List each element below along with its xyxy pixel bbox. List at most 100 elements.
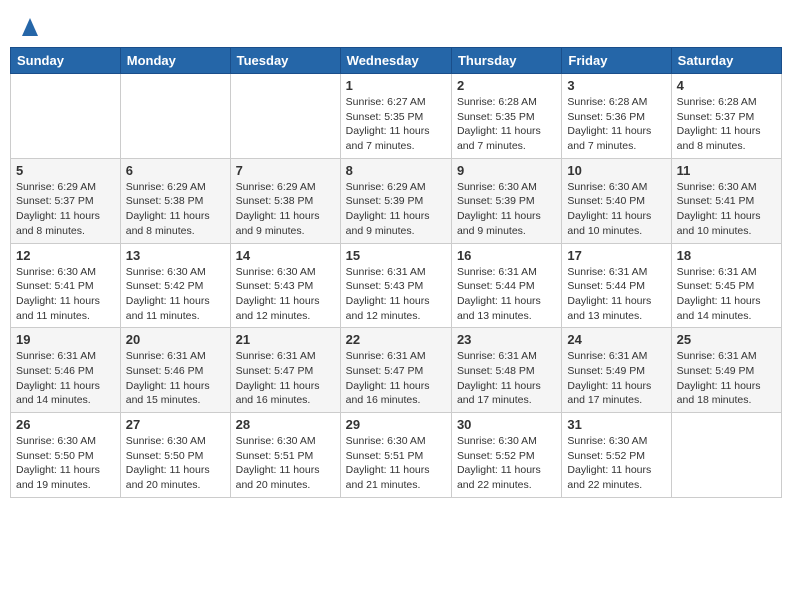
- calendar-week-5: 26 Sunrise: 6:30 AM Sunset: 5:50 PM Dayli…: [11, 413, 782, 498]
- calendar-cell: 10 Sunrise: 6:30 AM Sunset: 5:40 PM Dayli…: [562, 158, 671, 243]
- cell-content: Sunrise: 6:31 AM Sunset: 5:47 PM Dayligh…: [346, 349, 446, 408]
- cell-content: Sunrise: 6:29 AM Sunset: 5:38 PM Dayligh…: [236, 180, 335, 239]
- weekday-sunday: Sunday: [11, 48, 121, 74]
- cell-content: Sunrise: 6:31 AM Sunset: 5:44 PM Dayligh…: [567, 265, 665, 324]
- day-number: 21: [236, 332, 335, 347]
- day-number: 16: [457, 248, 556, 263]
- calendar-cell: 7 Sunrise: 6:29 AM Sunset: 5:38 PM Daylig…: [230, 158, 340, 243]
- weekday-thursday: Thursday: [451, 48, 561, 74]
- calendar-week-1: 1 Sunrise: 6:27 AM Sunset: 5:35 PM Daylig…: [11, 74, 782, 159]
- calendar-week-3: 12 Sunrise: 6:30 AM Sunset: 5:41 PM Dayli…: [11, 243, 782, 328]
- calendar-cell: 29 Sunrise: 6:30 AM Sunset: 5:51 PM Dayli…: [340, 413, 451, 498]
- day-number: 31: [567, 417, 665, 432]
- calendar-cell: 6Sunrise: 6:29 AM Sunset: 5:38 PM Daylig…: [120, 158, 230, 243]
- cell-content: Sunrise: 6:31 AM Sunset: 5:43 PM Dayligh…: [346, 265, 446, 324]
- cell-content: Sunrise: 6:31 AM Sunset: 5:48 PM Dayligh…: [457, 349, 556, 408]
- cell-content: Sunrise: 6:31 AM Sunset: 5:49 PM Dayligh…: [567, 349, 665, 408]
- day-number: 17: [567, 248, 665, 263]
- cell-content: Sunrise: 6:28 AM Sunset: 5:37 PM Dayligh…: [677, 95, 776, 154]
- calendar-cell: 13 Sunrise: 6:30 AM Sunset: 5:42 PM Dayli…: [120, 243, 230, 328]
- calendar-cell: 14 Sunrise: 6:30 AM Sunset: 5:43 PM Dayli…: [230, 243, 340, 328]
- calendar-cell: [671, 413, 781, 498]
- cell-content: Sunrise: 6:30 AM Sunset: 5:52 PM Dayligh…: [457, 434, 556, 493]
- day-number: 14: [236, 248, 335, 263]
- calendar-cell: 12 Sunrise: 6:30 AM Sunset: 5:41 PM Dayli…: [11, 243, 121, 328]
- day-number: 3: [567, 78, 665, 93]
- calendar-cell: 18 Sunrise: 6:31 AM Sunset: 5:45 PM Dayli…: [671, 243, 781, 328]
- calendar-cell: 20Sunrise: 6:31 AM Sunset: 5:46 PM Dayli…: [120, 328, 230, 413]
- day-number: 27: [126, 417, 225, 432]
- calendar-cell: 8Sunrise: 6:29 AM Sunset: 5:39 PM Daylig…: [340, 158, 451, 243]
- calendar-cell: 28 Sunrise: 6:30 AM Sunset: 5:51 PM Dayli…: [230, 413, 340, 498]
- day-number: 12: [16, 248, 115, 263]
- cell-content: Sunrise: 6:29 AM Sunset: 5:37 PM Dayligh…: [16, 180, 115, 239]
- day-number: 5: [16, 163, 115, 178]
- calendar-cell: 5 Sunrise: 6:29 AM Sunset: 5:37 PM Daylig…: [11, 158, 121, 243]
- day-number: 9: [457, 163, 556, 178]
- calendar-cell: [230, 74, 340, 159]
- logo-triangle-icon: [22, 18, 38, 41]
- calendar-cell: 27Sunrise: 6:30 AM Sunset: 5:50 PM Dayli…: [120, 413, 230, 498]
- cell-content: Sunrise: 6:31 AM Sunset: 5:45 PM Dayligh…: [677, 265, 776, 324]
- day-number: 4: [677, 78, 776, 93]
- calendar-cell: 11 Sunrise: 6:30 AM Sunset: 5:41 PM Dayli…: [671, 158, 781, 243]
- day-number: 13: [126, 248, 225, 263]
- calendar-cell: 24 Sunrise: 6:31 AM Sunset: 5:49 PM Dayli…: [562, 328, 671, 413]
- day-number: 2: [457, 78, 556, 93]
- day-number: 26: [16, 417, 115, 432]
- calendar-cell: 4 Sunrise: 6:28 AM Sunset: 5:37 PM Daylig…: [671, 74, 781, 159]
- calendar-week-2: 5 Sunrise: 6:29 AM Sunset: 5:37 PM Daylig…: [11, 158, 782, 243]
- calendar-cell: [11, 74, 121, 159]
- cell-content: Sunrise: 6:31 AM Sunset: 5:47 PM Dayligh…: [236, 349, 335, 408]
- calendar-cell: 9 Sunrise: 6:30 AM Sunset: 5:39 PM Daylig…: [451, 158, 561, 243]
- day-number: 19: [16, 332, 115, 347]
- day-number: 28: [236, 417, 335, 432]
- calendar-body: 1 Sunrise: 6:27 AM Sunset: 5:35 PM Daylig…: [11, 74, 782, 498]
- cell-content: Sunrise: 6:30 AM Sunset: 5:52 PM Dayligh…: [567, 434, 665, 493]
- weekday-friday: Friday: [562, 48, 671, 74]
- cell-content: Sunrise: 6:28 AM Sunset: 5:35 PM Dayligh…: [457, 95, 556, 154]
- cell-content: Sunrise: 6:28 AM Sunset: 5:36 PM Dayligh…: [567, 95, 665, 154]
- cell-content: Sunrise: 6:31 AM Sunset: 5:49 PM Dayligh…: [677, 349, 776, 408]
- day-number: 18: [677, 248, 776, 263]
- calendar-cell: 30Sunrise: 6:30 AM Sunset: 5:52 PM Dayli…: [451, 413, 561, 498]
- day-number: 11: [677, 163, 776, 178]
- calendar-cell: 15 Sunrise: 6:31 AM Sunset: 5:43 PM Dayli…: [340, 243, 451, 328]
- calendar-cell: 23Sunrise: 6:31 AM Sunset: 5:48 PM Dayli…: [451, 328, 561, 413]
- weekday-saturday: Saturday: [671, 48, 781, 74]
- weekday-wednesday: Wednesday: [340, 48, 451, 74]
- day-number: 7: [236, 163, 335, 178]
- calendar-cell: 2 Sunrise: 6:28 AM Sunset: 5:35 PM Daylig…: [451, 74, 561, 159]
- cell-content: Sunrise: 6:30 AM Sunset: 5:39 PM Dayligh…: [457, 180, 556, 239]
- day-number: 15: [346, 248, 446, 263]
- day-number: 24: [567, 332, 665, 347]
- cell-content: Sunrise: 6:30 AM Sunset: 5:40 PM Dayligh…: [567, 180, 665, 239]
- day-number: 1: [346, 78, 446, 93]
- calendar-table: SundayMondayTuesdayWednesdayThursdayFrid…: [10, 47, 782, 498]
- cell-content: Sunrise: 6:30 AM Sunset: 5:41 PM Dayligh…: [677, 180, 776, 239]
- cell-content: Sunrise: 6:27 AM Sunset: 5:35 PM Dayligh…: [346, 95, 446, 154]
- calendar-cell: 21 Sunrise: 6:31 AM Sunset: 5:47 PM Dayli…: [230, 328, 340, 413]
- calendar-cell: 31 Sunrise: 6:30 AM Sunset: 5:52 PM Dayli…: [562, 413, 671, 498]
- cell-content: Sunrise: 6:31 AM Sunset: 5:46 PM Dayligh…: [16, 349, 115, 408]
- cell-content: Sunrise: 6:30 AM Sunset: 5:43 PM Dayligh…: [236, 265, 335, 324]
- calendar-cell: 26 Sunrise: 6:30 AM Sunset: 5:50 PM Dayli…: [11, 413, 121, 498]
- calendar-cell: 16 Sunrise: 6:31 AM Sunset: 5:44 PM Dayli…: [451, 243, 561, 328]
- day-number: 8: [346, 163, 446, 178]
- day-number: 25: [677, 332, 776, 347]
- cell-content: Sunrise: 6:30 AM Sunset: 5:50 PM Dayligh…: [16, 434, 115, 493]
- day-number: 20: [126, 332, 225, 347]
- weekday-tuesday: Tuesday: [230, 48, 340, 74]
- calendar-cell: 3 Sunrise: 6:28 AM Sunset: 5:36 PM Daylig…: [562, 74, 671, 159]
- day-number: 29: [346, 417, 446, 432]
- cell-content: Sunrise: 6:30 AM Sunset: 5:42 PM Dayligh…: [126, 265, 225, 324]
- calendar-week-4: 19 Sunrise: 6:31 AM Sunset: 5:46 PM Dayli…: [11, 328, 782, 413]
- cell-content: Sunrise: 6:30 AM Sunset: 5:51 PM Dayligh…: [236, 434, 335, 493]
- calendar-cell: 22Sunrise: 6:31 AM Sunset: 5:47 PM Dayli…: [340, 328, 451, 413]
- cell-content: Sunrise: 6:30 AM Sunset: 5:51 PM Dayligh…: [346, 434, 446, 493]
- calendar-cell: 19 Sunrise: 6:31 AM Sunset: 5:46 PM Dayli…: [11, 328, 121, 413]
- cell-content: Sunrise: 6:30 AM Sunset: 5:41 PM Dayligh…: [16, 265, 115, 324]
- weekday-monday: Monday: [120, 48, 230, 74]
- cell-content: Sunrise: 6:31 AM Sunset: 5:44 PM Dayligh…: [457, 265, 556, 324]
- day-number: 10: [567, 163, 665, 178]
